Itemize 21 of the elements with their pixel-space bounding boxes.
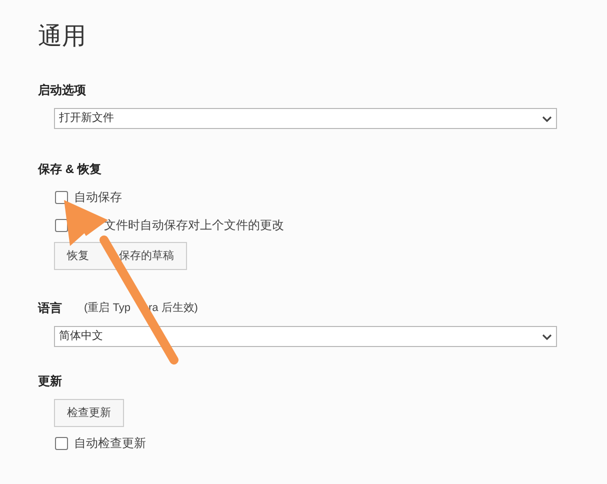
checkbox-label: 自动保存 bbox=[74, 189, 122, 206]
language-note: ra 后生效) bbox=[148, 300, 198, 316]
dropdown[interactable]: 简体中文 bbox=[54, 326, 557, 347]
dropdown-value: 简体中文 bbox=[59, 328, 103, 344]
page-title: 通用 bbox=[38, 21, 87, 52]
checkbox[interactable] bbox=[55, 436, 68, 450]
chevron-down-icon bbox=[542, 116, 552, 122]
section-heading: 启动选项 bbox=[38, 82, 86, 99]
language-note: (重启 Typ bbox=[84, 300, 130, 316]
checkbox-label: 自动检查更新 bbox=[74, 435, 146, 452]
checkbox-label: 文件时自动保存对上个文件的更改 bbox=[104, 217, 284, 234]
section-heading: 更新 bbox=[38, 373, 62, 390]
dropdown-value: 打开新文件 bbox=[59, 110, 114, 126]
section-heading: 语言 bbox=[38, 300, 62, 317]
checkbox[interactable] bbox=[55, 218, 68, 232]
restore-drafts-button[interactable]: 恢复 保存的草稿 bbox=[54, 242, 187, 270]
checkbox[interactable] bbox=[55, 190, 68, 204]
dropdown[interactable]: 打开新文件 bbox=[54, 108, 557, 129]
chevron-down-icon bbox=[542, 334, 552, 340]
section-heading: 保存 & 恢复 bbox=[38, 161, 102, 178]
check-updates-button[interactable]: 检查更新 bbox=[54, 399, 124, 427]
